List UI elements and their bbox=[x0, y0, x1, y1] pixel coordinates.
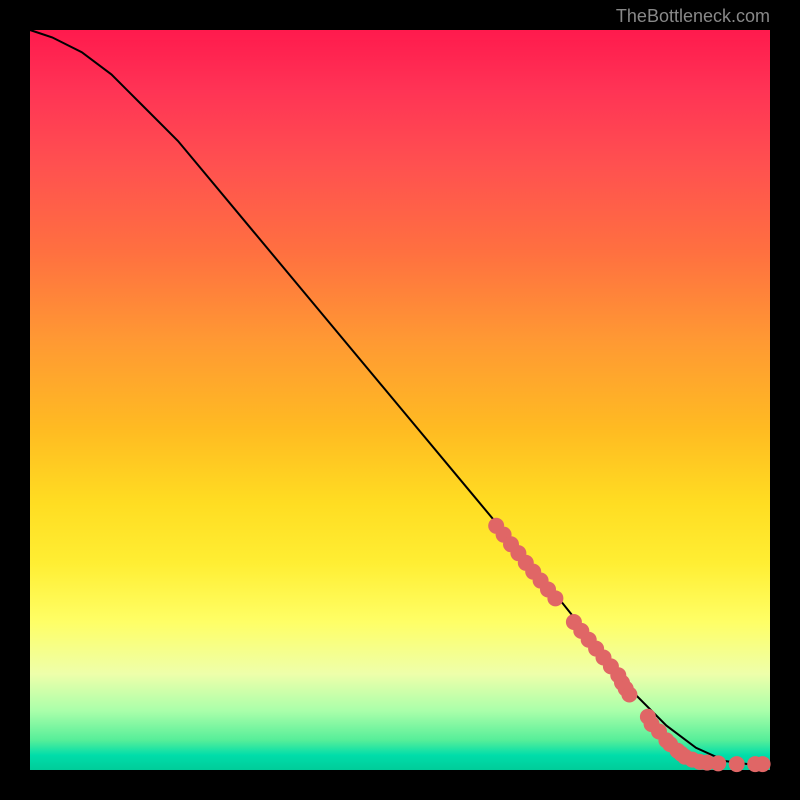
chart-plot-area bbox=[30, 30, 770, 770]
data-point bbox=[621, 687, 637, 703]
data-point bbox=[729, 756, 745, 772]
data-points bbox=[488, 518, 770, 772]
data-point bbox=[755, 756, 771, 772]
data-point bbox=[710, 755, 726, 771]
curve-line bbox=[30, 30, 770, 764]
curve-path bbox=[30, 30, 770, 764]
attribution-text: TheBottleneck.com bbox=[616, 6, 770, 27]
data-point bbox=[547, 590, 563, 606]
chart-svg bbox=[30, 30, 770, 770]
